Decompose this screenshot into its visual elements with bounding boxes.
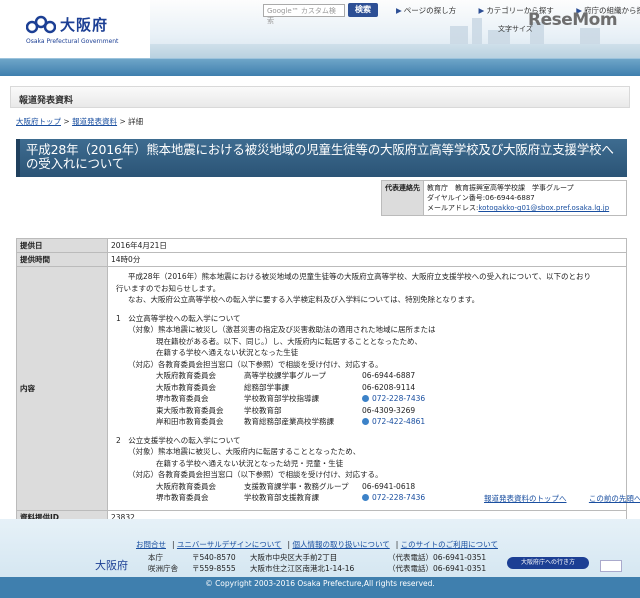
intro-line-2: 行いますのでお知らせします。 bbox=[116, 283, 221, 293]
osaka-emblem-icon bbox=[26, 15, 56, 34]
section-2-handling: （対応）各教育委員会担当窓口（以下参照）で相談を受け付け、対応する。 bbox=[128, 470, 383, 479]
contact-table: 代表連絡先 教育庁 教育振興室高等学校課 学事グループ ダイヤルイン番号:06-… bbox=[381, 180, 627, 216]
back-to-list-link[interactable]: 報道発表資料のトップへ bbox=[484, 494, 567, 503]
phone-icon bbox=[362, 494, 369, 501]
site-header: 大阪府 Osaka Prefectural Government Google™… bbox=[0, 0, 640, 58]
contact-row: 大阪市教育委員会 総務部学事課 06-6208-9114 bbox=[116, 382, 620, 394]
contact-dept: 学校教育部支援教育課 bbox=[244, 493, 319, 502]
table-row: 提供日 2016年4月21日 bbox=[16, 238, 627, 253]
page-title-box: 平成28年（2016年）熊本地震における被災地域の児童生徒等の大阪府立高等学校及… bbox=[16, 139, 627, 177]
table-row: 提供時間 14時0分 bbox=[16, 252, 627, 267]
contact-mail-link[interactable]: kotogakko-g01@sbox.pref.osaka.lg.jp bbox=[478, 204, 609, 212]
section-2-target-1: （対象）熊本地震に被災し、大阪府内に転居することとなったため、 bbox=[128, 447, 361, 456]
footer-link-terms[interactable]: このサイトのご利用について bbox=[401, 540, 498, 549]
section-1-target-3: 在籍する学校へ通えない状況となった生徒 bbox=[156, 348, 299, 357]
header-link-howto[interactable]: ▶ ページの探し方 bbox=[396, 6, 466, 15]
footer-address-row: 本庁 〒540-8570 大阪市中央区大手前2丁目 （代表電話）06-6941-035… bbox=[148, 553, 487, 562]
bottom-nav: 報道発表資料のトップへ この前の先頭へ bbox=[464, 493, 640, 504]
footer-addresses: 本庁 〒540-8570 大阪市中央区大手前2丁目 （代表電話）06-6941-035… bbox=[148, 552, 486, 574]
arrow-icon: ▶ bbox=[396, 6, 402, 15]
contact-row: 堺市教育委員会 学校教育部学校指導課 072-228-7436 bbox=[116, 393, 620, 405]
contact-org: 岸和田市教育委員会 bbox=[156, 417, 224, 426]
contact-org: 大阪市教育委員会 bbox=[156, 382, 216, 392]
logo-english: Osaka Prefectural Government bbox=[26, 38, 119, 45]
logo-text: 大阪府 bbox=[60, 16, 109, 34]
contact-row: 東大阪市教育委員会 学校教育部 06-4309-3269 bbox=[116, 405, 620, 417]
footer-link-ud[interactable]: ユニバーサルデザインについて bbox=[177, 540, 282, 549]
breadcrumb-current: 詳細 bbox=[128, 117, 144, 126]
contact-mail-label: メールアドレス: bbox=[427, 204, 479, 212]
date-key: 提供日 bbox=[16, 238, 108, 253]
contact-org: 堺市教育委員会 bbox=[156, 493, 209, 502]
intro-line-1: 平成28年（2016年）熊本地震における被災地域の児童生徒等の大阪府立高等学校、… bbox=[128, 272, 592, 281]
contact-org: 大阪府教育委員会 bbox=[156, 371, 216, 380]
copyright: © Copyright 2003-2016 Osaka Prefecture,A… bbox=[0, 577, 640, 598]
page-title: 平成28年（2016年）熊本地震における被災地域の児童生徒等の大阪府立高等学校及… bbox=[26, 142, 614, 171]
contact-row: 大阪府教育委員会 高等学校課学事グループ 06-6944-6887 bbox=[116, 370, 620, 382]
site-logo[interactable]: 大阪府 Osaka Prefectural Government bbox=[26, 12, 118, 45]
access-button[interactable]: 大阪府庁への行き方 bbox=[507, 557, 589, 569]
contact-tel: 06-6944-6887 bbox=[362, 371, 416, 380]
contact-org: 東大阪市教育委員会 bbox=[156, 405, 224, 415]
contact-dept: 教育総務部産業高校学務課 bbox=[244, 417, 334, 426]
table-row: 内容 平成28年（2016年）熊本地震における被災地域の児童生徒等の大阪府立高等… bbox=[16, 266, 627, 511]
contact-dept: 学校教育部学校指導課 bbox=[244, 394, 319, 403]
contact-dept: 高等学校課学事グループ bbox=[244, 371, 327, 380]
content-key: 内容 bbox=[16, 266, 108, 511]
section-1-target-1: （対象）熊本地震に被災し（激甚災害の指定及び災害救助法の適用された地域に居所また… bbox=[128, 325, 436, 334]
section-heading-text: 報道発表資料 bbox=[19, 96, 74, 106]
section-2-title: 2 公立支援学校への転入学について bbox=[116, 435, 241, 445]
page-top-button[interactable] bbox=[600, 560, 622, 572]
contact-row: 岸和田市教育委員会 教育総務部産業高校学務課 072-422-4861 bbox=[116, 416, 620, 428]
contact-tel[interactable]: 072-228-7436 bbox=[362, 393, 452, 405]
date-value: 2016年4月21日 bbox=[107, 238, 627, 253]
info-table: 提供日 2016年4月21日 提供時間 14時0分 内容 平成28年（2016年… bbox=[16, 238, 627, 525]
footer-links: お問合せ | ユニバーサルデザインについて | 個人情報の取り扱いについて | このサ… bbox=[136, 540, 498, 549]
footer-link-inquiry[interactable]: お問合せ bbox=[136, 540, 166, 549]
phone-icon bbox=[362, 418, 369, 425]
section-2-target-2: 在籍する学校へ通えない状況となった幼児・児童・生徒 bbox=[156, 458, 344, 468]
contact-tel: 06-6941-0618 bbox=[362, 481, 416, 491]
breadcrumb-press[interactable]: 報道発表資料 bbox=[72, 117, 117, 126]
contact-org: 堺市教育委員会 bbox=[156, 394, 209, 403]
intro-line-3: なお、大阪府公立高等学校への転入学に要する入学検定料及び入学料については、特別免… bbox=[128, 295, 480, 304]
content-body: 平成28年（2016年）熊本地震における被災地域の児童生徒等の大阪府立高等学校、… bbox=[107, 266, 627, 511]
contact-dial: ダイヤルイン番号:06-6944-6887 bbox=[427, 194, 535, 202]
contact-key: 代表連絡先 bbox=[381, 180, 424, 216]
contact-dept: 支援教育課学事・教務グループ bbox=[244, 481, 349, 491]
phone-icon bbox=[362, 395, 369, 402]
section-1-handling: （対応）各教育委員会担当窓口（以下参照）で相談を受け付け、対応する。 bbox=[128, 359, 383, 369]
contact-tel[interactable]: 072-228-7436 bbox=[362, 492, 452, 504]
contact-dept: 教育庁 教育振興室高等学校課 学事グループ bbox=[427, 184, 574, 192]
arrow-icon: ▶ bbox=[478, 6, 485, 15]
contact-dept: 総務部学事課 bbox=[244, 382, 289, 392]
section-1-title: 1 公立高等学校への転入学について bbox=[116, 313, 241, 323]
footer-name: 大阪府 bbox=[95, 559, 128, 572]
contact-dept: 学校教育部 bbox=[244, 405, 282, 415]
global-menu-bar bbox=[0, 58, 640, 76]
section-heading: 報道発表資料 bbox=[10, 86, 630, 108]
contact-value: 教育庁 教育振興室高等学校課 学事グループ ダイヤルイン番号:06-6944-6… bbox=[423, 180, 627, 216]
time-value: 14時0分 bbox=[107, 252, 627, 267]
breadcrumb-top[interactable]: 大阪府トップ bbox=[16, 117, 61, 126]
footer-link-privacy[interactable]: 個人情報の取り扱いについて bbox=[292, 540, 389, 549]
contact-row: 大阪府教育委員会 支援教育課学事・教務グループ 06-6941-0618 bbox=[116, 481, 620, 493]
section-1-contacts: 大阪府教育委員会 高等学校課学事グループ 06-6944-6887 大阪市教育委員会 総… bbox=[116, 370, 620, 428]
contact-tel: 06-4309-3269 bbox=[362, 405, 416, 415]
resemom-watermark: ReseMom bbox=[528, 10, 618, 30]
contact-tel[interactable]: 072-422-4861 bbox=[362, 416, 452, 428]
search-input[interactable]: Google™ カスタム検索 bbox=[263, 4, 345, 25]
search-button[interactable]: 検索 bbox=[348, 3, 378, 17]
contact-tel: 06-6208-9114 bbox=[362, 382, 416, 392]
footer-address-row: 咲洲庁舎 〒559-8555 大阪市住之江区南港北1-14-16 （代表電話）06-6… bbox=[148, 564, 487, 573]
contact-org: 大阪府教育委員会 bbox=[156, 481, 216, 491]
breadcrumb: 大阪府トップ > 報道発表資料 > 詳細 bbox=[16, 117, 144, 126]
prev-page-link[interactable]: この前の先頭へ bbox=[589, 494, 640, 503]
time-key: 提供時間 bbox=[16, 252, 108, 267]
section-1-target-2: 現在籍校がある者。以下、同じ。）し、大阪府内に転居することとなったため、 bbox=[156, 336, 423, 346]
